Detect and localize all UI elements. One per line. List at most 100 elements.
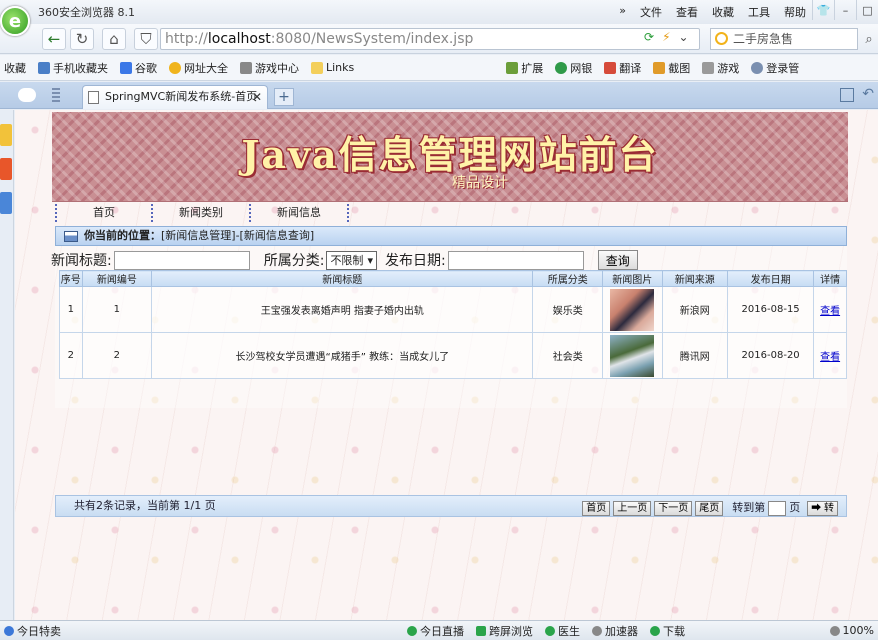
search-button[interactable]: 查询 <box>597 250 638 270</box>
bookmark-translate[interactable]: 翻译 <box>604 60 641 76</box>
home-icon[interactable]: ⌂ <box>102 28 126 50</box>
dropdown-chevron-icon[interactable]: ⌄ <box>679 30 689 44</box>
refresh-icon[interactable]: ↻ <box>70 28 94 50</box>
bookmark-favorites[interactable]: 收藏 <box>4 60 26 76</box>
news-thumbnail[interactable] <box>610 288 655 331</box>
search-icon[interactable]: ⌕ <box>860 28 878 50</box>
accelerator-icon <box>592 625 602 636</box>
nav-news-category[interactable]: 新闻类别 <box>153 204 251 222</box>
cell-date: 2016-08-20 <box>727 332 815 379</box>
address-input[interactable]: http://localhost:8080/NewsSystem/index.j… <box>160 28 700 50</box>
table-row: 1 1 王宝强发表离婚声明 指妻子婚内出轨 娱乐类 新浪网 2016-08-15… <box>59 286 847 333</box>
status-cross-screen[interactable]: 跨屏浏览 <box>476 623 533 639</box>
browser-sidebar <box>0 110 14 620</box>
date-input[interactable] <box>447 250 584 270</box>
url-host: localhost <box>207 31 271 47</box>
menu-tools[interactable]: 工具 <box>748 4 770 20</box>
select-arrow-icon: ▾ <box>367 253 373 267</box>
cell-category: 社会类 <box>532 332 604 379</box>
zoom-level[interactable]: 100% <box>829 624 874 637</box>
cloud-icon[interactable] <box>18 88 36 102</box>
status-download[interactable]: 下载 <box>650 623 685 639</box>
menu-file[interactable]: 文件 <box>640 4 662 20</box>
browser-title: 360安全浏览器 8.1 <box>38 6 135 19</box>
bookmark-mobile[interactable]: 手机收藏夹 <box>38 60 108 76</box>
bookmark-screenshot[interactable]: 截图 <box>653 60 690 76</box>
status-live[interactable]: 今日直播 <box>407 623 464 639</box>
bookmark-login[interactable]: 登录管 <box>751 60 799 76</box>
phone-icon <box>38 61 50 74</box>
detail-link[interactable]: 查看 <box>820 306 840 317</box>
news-thumbnail[interactable] <box>610 334 655 377</box>
close-tab-icon[interactable]: ✕ <box>252 86 262 108</box>
user-icon <box>751 61 764 74</box>
nav-home[interactable]: 首页 <box>55 204 153 222</box>
globe-icon <box>169 61 181 74</box>
new-tab-button[interactable]: + <box>274 88 294 106</box>
status-sale[interactable]: 今日特卖 <box>4 623 61 639</box>
bookmark-sites[interactable]: 网址大全 <box>169 60 228 76</box>
title-input[interactable] <box>113 250 250 270</box>
prev-page-button[interactable]: 上一页 <box>613 500 652 516</box>
browser-logo-icon[interactable]: e <box>0 6 30 36</box>
bookmark-links[interactable]: Links <box>311 61 354 74</box>
menu-collapse-icon[interactable]: » <box>619 4 626 20</box>
menu-view[interactable]: 查看 <box>676 4 698 20</box>
search-engine-icon <box>715 32 728 45</box>
col-category: 所属分类 <box>532 270 604 287</box>
tab-current[interactable]: SpringMVC新闻发布系统-首页 ✕ <box>82 85 268 109</box>
zoom-icon <box>829 625 840 636</box>
menu-help[interactable]: 帮助 <box>784 4 806 20</box>
pagination-bar: 共有2条记录，当前第 1/1 页 首页 上一页 下一页 尾页 转到第 页 ➡ 转 <box>55 495 847 517</box>
search-input[interactable]: 二手房急售 <box>710 28 858 50</box>
restore-tab-icon[interactable] <box>840 88 854 102</box>
detail-link[interactable]: 查看 <box>820 352 840 363</box>
sidebar-weibo-icon[interactable] <box>0 158 12 180</box>
speed-icon[interactable]: ⚡ <box>662 30 670 44</box>
secure-icon[interactable]: ⟳ <box>644 30 654 44</box>
pager-summary: 共有2条记录，当前第 1/1 页 <box>74 499 216 512</box>
col-date: 发布日期 <box>727 270 815 287</box>
col-detail: 详情 <box>813 270 847 287</box>
next-page-button[interactable]: 下一页 <box>654 500 693 516</box>
sidebar-app-icon[interactable] <box>0 192 12 214</box>
search-form: 新闻标题: 所属分类: 不限制 ▾ 发布日期: 查询 <box>51 249 851 271</box>
cell-id: 1 <box>81 286 153 333</box>
status-doctor[interactable]: 医生 <box>545 623 580 639</box>
location-bar: 你当前的位置：[新闻信息管理]-[新闻信息查询] <box>55 226 847 246</box>
bookmark-extensions[interactable]: 扩展 <box>506 60 543 76</box>
last-page-button[interactable]: 尾页 <box>695 500 724 516</box>
col-image: 新闻图片 <box>602 270 663 287</box>
sidebar-star-icon[interactable] <box>0 124 12 146</box>
go-page-button[interactable]: ➡ 转 <box>807 500 838 516</box>
cell-detail: 查看 <box>813 332 847 379</box>
location-label: 你当前的位置： <box>84 229 161 242</box>
menu-favorites[interactable]: 收藏 <box>712 4 734 20</box>
bookmark-games[interactable]: 游戏中心 <box>240 60 299 76</box>
minimize-icon[interactable]: – <box>834 0 856 20</box>
nav-news-info[interactable]: 新闻信息 <box>251 204 349 222</box>
status-accelerator[interactable]: 加速器 <box>592 623 638 639</box>
goto-label: 转到第 <box>732 501 766 514</box>
cell-date: 2016-08-15 <box>727 286 815 333</box>
cell-detail: 查看 <box>813 286 847 333</box>
bookmark-bank[interactable]: 网银 <box>555 60 592 76</box>
maximize-icon[interactable]: □ <box>856 0 878 20</box>
bookmark-google[interactable]: 谷歌 <box>120 60 157 76</box>
browser-titlebar: e 360安全浏览器 8.1 » 文件 查看 收藏 工具 帮助 👕 – □ <box>0 0 878 36</box>
play-icon <box>407 625 417 636</box>
table-header-row: 序号 新闻编号 新闻标题 所属分类 新闻图片 新闻来源 发布日期 详情 <box>59 270 847 287</box>
status-bar: 今日特卖 今日直播 跨屏浏览 医生 加速器 下载 100% <box>0 620 878 640</box>
first-page-button[interactable]: 首页 <box>582 500 611 516</box>
banner-subtitle: 精品设计 <box>452 175 508 191</box>
page-number-input[interactable] <box>768 500 787 516</box>
bookmark-game[interactable]: 游戏 <box>702 60 739 76</box>
sidebar-toggle-icon[interactable] <box>52 88 60 102</box>
skin-icon[interactable]: 👕 <box>812 0 834 20</box>
undo-icon[interactable]: ↶ <box>862 86 874 102</box>
category-select[interactable]: 不限制 ▾ <box>326 250 377 270</box>
back-icon[interactable]: ← <box>42 28 66 50</box>
shield-icon[interactable]: ⛉ <box>134 28 158 50</box>
sale-icon <box>4 625 14 636</box>
address-icons: ⟳ ⚡ ⌄ <box>644 30 689 44</box>
